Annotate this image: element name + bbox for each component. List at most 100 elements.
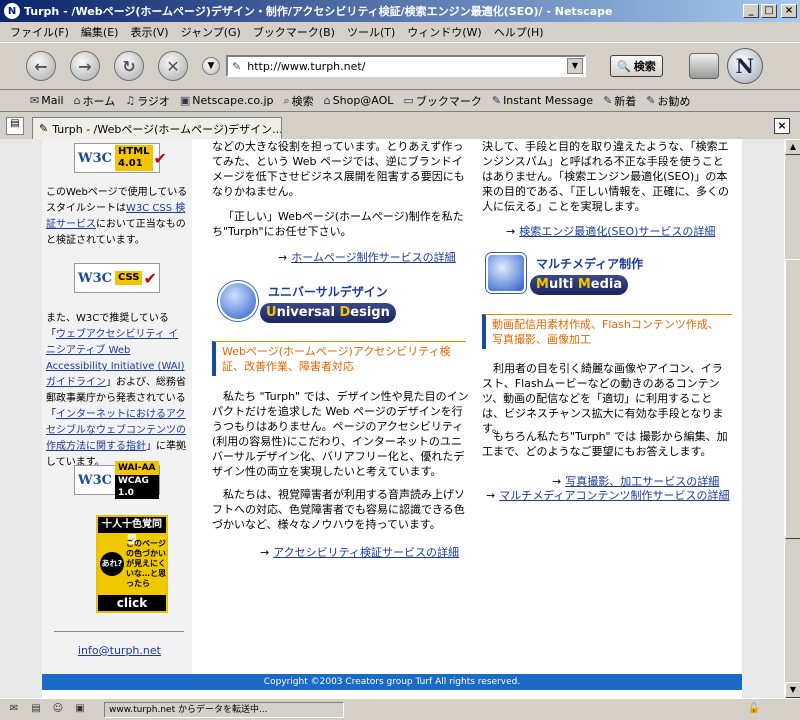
color-vision-banner-title: 十人十色覚同盟 <box>98 517 166 546</box>
universal-design-header: ユニバーサルデザイン Universal Design <box>218 281 458 325</box>
forward-button[interactable]: → <box>70 51 100 81</box>
accessibility-service-link[interactable]: アクセシビリティ検証サービスの詳細 <box>273 546 459 559</box>
col1-intro: などの大きな役割を担っています。とりあえず作ってみた、という Web ページでは… <box>212 140 465 198</box>
link-icon: ✎ <box>603 94 613 107</box>
css-badge-label: CSS <box>115 271 143 285</box>
mail-icon: ✉ <box>30 94 40 107</box>
toolbar-recommend[interactable]: ✎ お勧め <box>646 93 690 109</box>
toolbar-search[interactable]: ⌕ 検索 <box>283 93 313 109</box>
ud-rest2: esign <box>350 305 390 320</box>
col2-intro: 決して、手段と目的を取り違えたような、「検索エンジンスパム」と呼ばれる不正な手段… <box>482 140 730 213</box>
security-lock-icon[interactable]: 🔓 <box>748 703 760 714</box>
wai-text: また、W3Cで推奨している「ウェブアクセシビリティ イニシアティブ Web Ac… <box>46 311 188 471</box>
menu-help[interactable]: ヘルプ(H) <box>488 24 550 40</box>
universal-design-title-en: Universal Design <box>260 303 396 323</box>
w3c-logo: W3C <box>78 150 112 166</box>
search-button-label: 検索 <box>633 60 656 73</box>
w3c-css-badge[interactable]: W3C CSS ✔ <box>74 263 160 293</box>
email-link[interactable]: info@turph.net <box>78 644 161 657</box>
mail-status-icon[interactable]: ✉ <box>6 703 22 717</box>
search-button[interactable]: 🔍 検索 <box>610 55 663 77</box>
universal-design-title-jp: ユニバーサルデザイン <box>268 285 388 299</box>
maximize-button[interactable]: □ <box>761 4 777 18</box>
multimedia-service-link-row: → マルチメディアコンテンツ制作サービスの詳細 <box>486 487 729 503</box>
globe-icon <box>218 281 258 321</box>
search-icon: 🔍 <box>617 59 631 73</box>
menu-window[interactable]: ウィンドウ(W) <box>401 24 487 40</box>
toolbar-mail[interactable]: ✉ Mail <box>30 94 64 107</box>
composer-icon[interactable]: ▤ <box>28 703 44 717</box>
menu-bookmarks[interactable]: ブックマーク(B) <box>247 24 341 40</box>
mm-m1: M <box>536 277 549 292</box>
scroll-up-button[interactable]: ▲ <box>785 139 800 155</box>
minimize-button[interactable]: _ <box>743 4 759 18</box>
toolbar-new[interactable]: ✎ 新着 <box>603 93 636 109</box>
toolbar-bookmarks[interactable]: ▭ ブックマーク <box>403 93 481 109</box>
personal-toolbar: ✉ Mail ⌂ ホーム ♫ ラジオ ▣ Netscape.co.jp ⌕ 検索 ⌂ Sho… <box>0 90 800 112</box>
mm-rest1: ulti <box>548 277 578 292</box>
shop-icon: ⌂ <box>323 94 331 107</box>
back-arrow-icon: ← <box>34 56 48 76</box>
scroll-down-button[interactable]: ▼ <box>785 682 800 698</box>
arrow-icon: → <box>486 489 496 502</box>
col1-para2: 私たちは、視覚障害者が利用する音声読み上げソフトへの対応、色覚障害者でも容易に認… <box>212 488 465 531</box>
homepage-service-link[interactable]: ホームページ制作サービスの詳細 <box>291 251 455 264</box>
mm-rest2: edia <box>590 277 623 292</box>
color-vision-banner[interactable]: 十人十色覚同盟 あれ? このページの色づかいが見えにくいな…と思ったら clic… <box>96 515 168 613</box>
col1-trust-text: 「正しい」Webページ(ホームページ)制作を私たち"Turph"にお任せ下さい。 <box>212 210 464 238</box>
toolbar-radio[interactable]: ♫ ラジオ <box>125 93 170 109</box>
menu-file[interactable]: ファイル(F) <box>4 24 75 40</box>
menu-go[interactable]: ジャンプ(G) <box>175 24 247 40</box>
toolbar-netscape[interactable]: ▣ Netscape.co.jp <box>180 94 274 107</box>
vertical-scrollbar[interactable]: ▲ ▼ <box>784 139 800 698</box>
camera-icon <box>486 253 526 293</box>
menu-tools[interactable]: ツール(T) <box>341 24 401 40</box>
col2-para1: 利用者の目を引く綺麗な画像やアイコン、イラスト、Flashムービーなどの動きのあ… <box>482 362 724 435</box>
url-input[interactable]: http://www.turph.net/ <box>247 60 567 73</box>
toolbar-instant-message[interactable]: ✎ Instant Message <box>492 94 593 107</box>
toolbar-home[interactable]: ⌂ ホーム <box>74 93 116 109</box>
toolbar-netscape-label: Netscape.co.jp <box>192 94 274 107</box>
seo-service-link[interactable]: 検索エンジ最適化(SEO)サービスの詳細 <box>519 225 715 238</box>
radio-icon: ♫ <box>125 94 136 107</box>
wcag-label: WCAG 1.0 <box>115 475 159 499</box>
link-icon: ✎ <box>646 94 656 107</box>
url-dropdown-button[interactable]: ▼ <box>567 58 583 74</box>
scroll-thumb[interactable] <box>785 259 800 539</box>
new-tab-icon[interactable]: ▤ <box>6 117 24 135</box>
reload-button[interactable]: ↻ <box>114 51 144 81</box>
multimedia-service-link[interactable]: マルチメディアコンテンツ制作サービスの詳細 <box>499 489 729 502</box>
close-button[interactable]: × <box>781 4 797 18</box>
w3c-wai-badge[interactable]: W3C WAI-AA WCAG 1.0 <box>74 461 160 499</box>
aim-icon[interactable]: ☺ <box>50 703 66 717</box>
tab-label: Turph - /Webページ(ホームページ)デザイン... <box>52 122 282 136</box>
page-footer: Copyright ©2003 Creators group Turf All … <box>42 674 742 690</box>
netscape-app-icon[interactable]: N <box>4 3 20 19</box>
close-tab-button[interactable]: × <box>774 118 790 134</box>
color-vision-click-label: click <box>116 596 148 610</box>
seo-service-link-row: → 検索エンジ最適化(SEO)サービスの詳細 <box>506 223 715 239</box>
address-book-icon[interactable]: ▣ <box>72 703 88 717</box>
link-icon: ✎ <box>491 94 502 107</box>
back-button[interactable]: ← <box>26 51 56 81</box>
menu-edit[interactable]: 編集(E) <box>75 24 125 40</box>
tab-turph[interactable]: ✎ Turph - /Webページ(ホームページ)デザイン... <box>32 117 282 139</box>
left-divider <box>54 631 184 632</box>
menu-bar: ファイル(F) 編集(E) 表示(V) ジャンプ(G) ブックマーク(B) ツー… <box>0 22 800 42</box>
stop-icon: ✕ <box>166 56 180 76</box>
netscape-logo[interactable]: N <box>726 48 763 84</box>
stop-button[interactable]: ✕ <box>158 51 188 81</box>
home-icon: ⌂ <box>73 94 81 107</box>
multimedia-title-en: Multi Media <box>530 275 629 295</box>
menu-view[interactable]: 表示(V) <box>124 24 174 40</box>
my-icon: ▣ <box>179 94 191 107</box>
print-icon[interactable] <box>688 53 719 79</box>
url-bar[interactable]: ✎ http://www.turph.net/ ▼ <box>226 55 586 77</box>
toolbar-shop[interactable]: ⌂ Shop@AOL <box>324 94 394 107</box>
mm-m2: M <box>577 277 591 292</box>
color-vision-banner-text: このページの色づかいが見えにくいな…と思ったら <box>126 539 166 588</box>
w3c-html-badge[interactable]: W3C HTML 4.01 ✔ <box>74 143 167 173</box>
toolbar-home-label: ホーム <box>82 94 116 108</box>
history-dropdown[interactable]: ▼ <box>202 57 220 75</box>
color-vision-banner-body: あれ? このページの色づかいが見えにくいな…と思ったら <box>98 533 166 595</box>
